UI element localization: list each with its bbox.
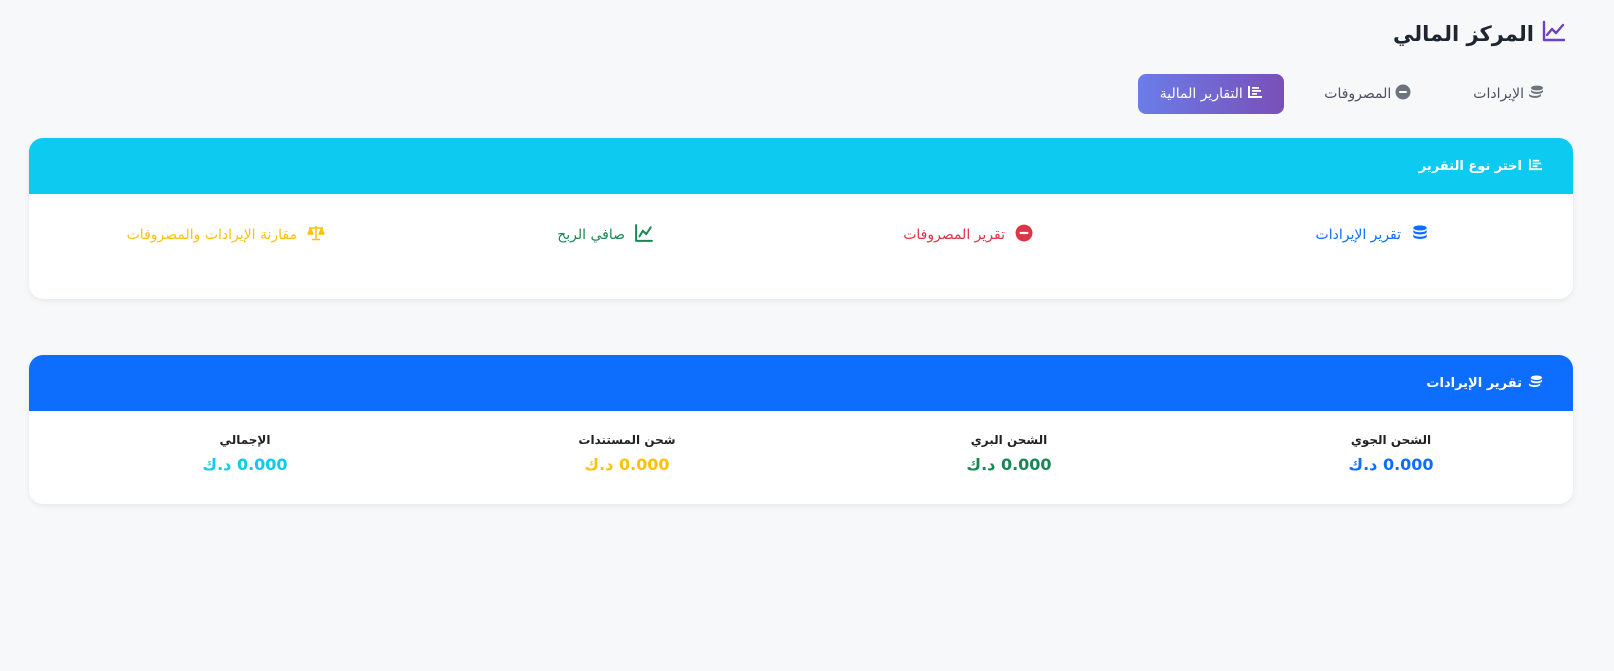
- report-type-title: اختر نوع التقرير: [1418, 158, 1522, 174]
- option-label: مقارنة الإيرادات والمصروفات: [126, 227, 297, 243]
- tab-revenues[interactable]: الإيرادات: [1451, 74, 1566, 114]
- stat-label: الشحن البري: [970, 433, 1048, 447]
- page-title-text: المركز المالي: [1393, 21, 1534, 46]
- tab-financial-reports[interactable]: التقارير المالية: [1138, 74, 1285, 114]
- stat-label: شحن المستندات: [578, 433, 676, 447]
- option-label: صافي الربح: [557, 227, 625, 243]
- report-list-icon: [1528, 157, 1543, 176]
- report-type-options: تقرير الإيرادات تقرير المصروفات صافي الر…: [29, 194, 1573, 299]
- stat-value: 0.000 د.ك: [202, 455, 288, 474]
- coins-icon: [1528, 84, 1544, 104]
- tab-expenses[interactable]: المصروفات: [1302, 74, 1433, 114]
- minus-circle-icon: [1015, 224, 1033, 246]
- coins-icon: [1411, 224, 1429, 246]
- chart-line-icon: [635, 224, 653, 246]
- option-label: تقرير المصروفات: [903, 227, 1005, 243]
- revenue-report-header: تقرير الإيرادات: [29, 355, 1573, 411]
- stat-air-shipping: الشحن الجوي 0.000 د.ك: [1291, 433, 1491, 474]
- option-label: تقرير الإيرادات: [1315, 227, 1401, 243]
- revenue-report-card: تقرير الإيرادات الشحن الجوي 0.000 د.ك ال…: [29, 355, 1573, 504]
- tab-label: الإيرادات: [1473, 86, 1524, 102]
- tab-label: المصروفات: [1324, 86, 1392, 102]
- revenue-report-option[interactable]: تقرير الإيرادات: [1316, 224, 1429, 246]
- minus-circle-icon: [1395, 84, 1411, 104]
- chart-line-icon: [1542, 20, 1566, 47]
- stat-label: الإجمالي: [219, 433, 271, 447]
- tab-bar: الإيرادات المصروفات التقارير المالية: [1138, 74, 1566, 114]
- stat-value: 0.000 د.ك: [584, 455, 670, 474]
- report-type-card: اختر نوع التقرير تقرير الإيرادات تقرير ا…: [29, 138, 1573, 299]
- revenue-report-title: تقرير الإيرادات: [1426, 375, 1522, 391]
- stat-document-shipping: شحن المستندات 0.000 د.ك: [527, 433, 727, 474]
- financial-center-page: المركز المالي الإيرادات المصروفات التقار…: [0, 0, 1614, 671]
- stat-total: الإجمالي 0.000 د.ك: [145, 433, 345, 474]
- report-list-icon: [1247, 84, 1263, 104]
- expense-report-option[interactable]: تقرير المصروفات: [903, 224, 1033, 246]
- stat-value: 0.000 د.ك: [966, 455, 1052, 474]
- stat-land-shipping: الشحن البري 0.000 د.ك: [909, 433, 1109, 474]
- page-title: المركز المالي: [1393, 20, 1566, 47]
- balance-scale-icon: [307, 224, 325, 246]
- coins-icon: [1528, 374, 1543, 393]
- tab-label: التقارير المالية: [1159, 86, 1243, 102]
- stat-value: 0.000 د.ك: [1348, 455, 1434, 474]
- revenue-stats: الشحن الجوي 0.000 د.ك الشحن البري 0.000 …: [29, 411, 1573, 504]
- net-profit-option[interactable]: صافي الربح: [557, 224, 653, 246]
- stat-label: الشحن الجوي: [1350, 433, 1432, 447]
- revenue-expense-comparison-option[interactable]: مقارنة الإيرادات والمصروفات: [127, 224, 325, 246]
- report-type-header: اختر نوع التقرير: [29, 138, 1573, 194]
